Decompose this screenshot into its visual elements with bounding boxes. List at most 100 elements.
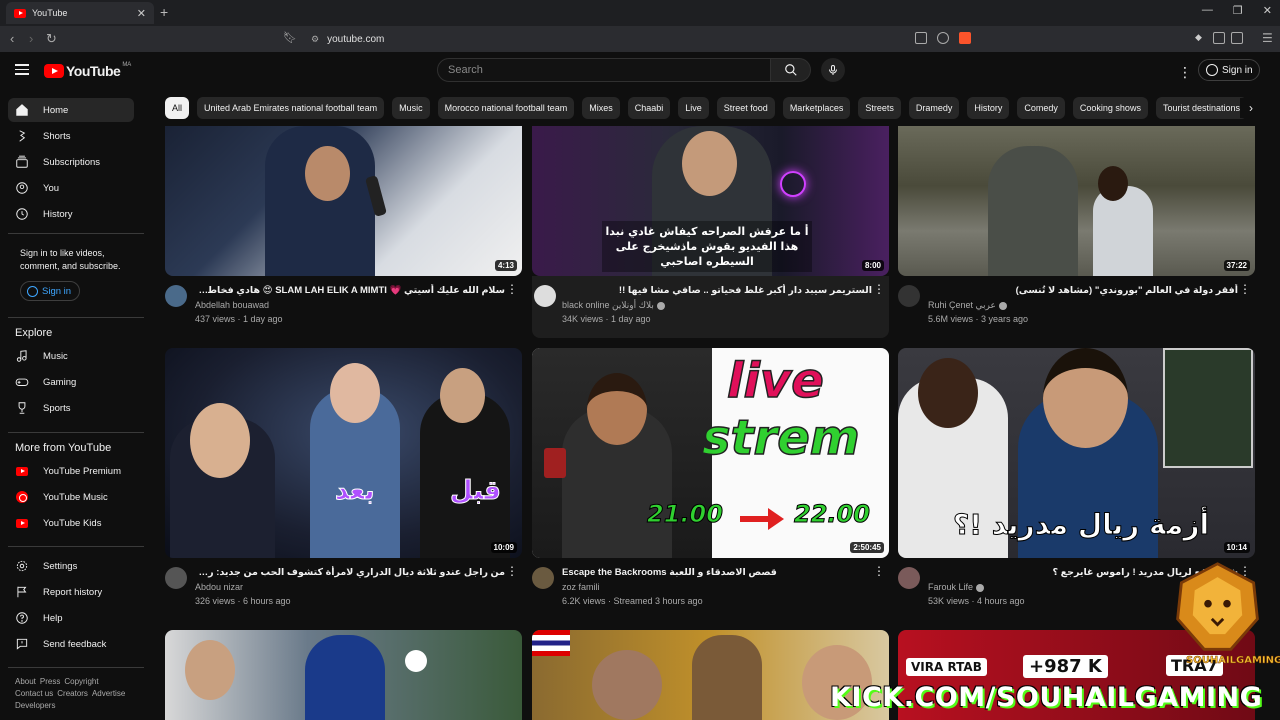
sidebar-item-subscriptions[interactable]: Subscriptions bbox=[8, 150, 134, 174]
more-actions-icon[interactable]: ⋮ bbox=[506, 564, 518, 578]
channel-avatar[interactable] bbox=[898, 567, 920, 589]
chip[interactable]: Morocco national football team bbox=[437, 97, 575, 119]
back-icon[interactable]: ‹ bbox=[10, 31, 14, 46]
video-card[interactable]: بعد قبل 10:09 من راجل عندو ثلاثة ديال ال… bbox=[165, 348, 522, 618]
chip[interactable]: Cooking shows bbox=[1072, 97, 1148, 119]
browser-menu-icon[interactable]: ☰ bbox=[1262, 31, 1273, 45]
footer-link[interactable]: Press bbox=[40, 677, 60, 686]
channel-name[interactable]: Ruhi Çenet عربي bbox=[928, 300, 1007, 311]
chip[interactable]: Tourist destinations bbox=[1155, 97, 1247, 119]
sidebar-item-gaming[interactable]: Gaming bbox=[8, 370, 134, 394]
sidebar-item-settings[interactable]: Settings bbox=[8, 554, 134, 578]
sidebar-item-history[interactable]: History bbox=[8, 202, 134, 226]
video-thumbnail[interactable]: أ ما عرفش الصراحه كيفاش غادي نبدا هذا ال… bbox=[532, 126, 889, 276]
extensions-icon[interactable] bbox=[1213, 32, 1225, 44]
sidebar-item-report-history[interactable]: Report history bbox=[8, 580, 134, 604]
footer-link[interactable]: Advertise bbox=[92, 689, 125, 698]
chip[interactable]: All bbox=[165, 97, 190, 119]
chip[interactable]: United Arab Emirates national football t… bbox=[197, 97, 385, 119]
sidebar-item-shorts[interactable]: Shorts bbox=[8, 124, 134, 148]
video-thumbnail[interactable]: بعد قبل 10:09 bbox=[165, 348, 522, 558]
sign-in-button[interactable]: Sign in bbox=[1198, 59, 1260, 81]
screen-cast-icon[interactable] bbox=[915, 32, 927, 44]
video-title[interactable]: Escape the Backrooms قصص الاصدقاء و اللع… bbox=[562, 566, 872, 579]
footer-link[interactable]: Copyright bbox=[64, 677, 98, 686]
channel-avatar[interactable] bbox=[532, 567, 554, 589]
chip[interactable]: Comedy bbox=[1017, 97, 1065, 119]
browser-tab[interactable]: YouTube ✕ bbox=[6, 2, 154, 24]
chip[interactable]: Streets bbox=[858, 97, 901, 119]
video-title[interactable]: الستريمر سيبد دار أكبر غلط فحياتو .. صاف… bbox=[562, 284, 872, 297]
sidebar-item-youtube-music[interactable]: YouTube Music bbox=[8, 485, 134, 509]
new-tab-icon[interactable]: + bbox=[160, 4, 168, 20]
video-title[interactable]: من راجل عندو ثلاثة ديال الدراري لامرأة ك… bbox=[195, 566, 505, 579]
channel-avatar[interactable] bbox=[165, 567, 187, 589]
channel-name[interactable]: Abdellah bouawad bbox=[195, 300, 269, 310]
reload-icon[interactable]: ↻ bbox=[46, 31, 57, 47]
menu-icon[interactable] bbox=[15, 64, 29, 75]
video-card[interactable]: live strem 21.00 22.00 2:50:45 Escape th… bbox=[532, 348, 889, 618]
video-title[interactable]: سلام الله عليك أسيتي 💗 SLAM LAH ELIK A M… bbox=[195, 284, 505, 297]
close-window-icon[interactable]: ✕ bbox=[1263, 4, 1272, 17]
channel-name[interactable]: Farouk Life bbox=[928, 582, 985, 592]
channel-name[interactable]: zoz famili bbox=[562, 582, 600, 592]
ai-icon[interactable]: ◆ bbox=[1195, 32, 1207, 44]
sidebar-panel-icon[interactable] bbox=[1231, 32, 1243, 44]
maximize-icon[interactable]: ❐ bbox=[1233, 4, 1243, 17]
chip[interactable]: Live bbox=[678, 97, 709, 119]
footer-link[interactable]: Creators bbox=[57, 689, 88, 698]
sidebar-item-home[interactable]: Home bbox=[8, 98, 134, 122]
brave-shield-icon[interactable] bbox=[959, 32, 971, 44]
chip[interactable]: Chaabi bbox=[627, 97, 671, 119]
site-info-icon[interactable]: ⚙ bbox=[311, 34, 319, 45]
more-actions-icon[interactable]: ⋮ bbox=[506, 282, 518, 296]
video-title[interactable]: أفقر دولة في العالم "بوروندي" (مشاهد لا … bbox=[928, 284, 1238, 297]
chip[interactable]: History bbox=[967, 97, 1010, 119]
video-thumbnail[interactable]: أزمة ريال مدريد !؟ 10:14 bbox=[898, 348, 1255, 558]
minimize-icon[interactable]: — bbox=[1202, 4, 1213, 17]
chip[interactable]: Music bbox=[392, 97, 430, 119]
search-button[interactable] bbox=[771, 58, 811, 82]
forward-icon[interactable]: › bbox=[29, 31, 33, 46]
url-field[interactable]: ⚙ youtube.com bbox=[305, 29, 1005, 49]
sidebar-sign-in-button[interactable]: Sign in bbox=[20, 281, 80, 301]
video-card[interactable]: 4:13 سلام الله عليك أسيتي 💗 SLAM LAH ELI… bbox=[165, 126, 522, 336]
settings-more-icon[interactable]: ⋮ bbox=[1178, 64, 1192, 81]
video-thumbnail[interactable]: live strem 21.00 22.00 2:50:45 bbox=[532, 348, 889, 558]
channel-name[interactable]: Abdou nizar bbox=[195, 582, 243, 592]
channel-avatar[interactable] bbox=[898, 285, 920, 307]
chip[interactable]: Dramedy bbox=[908, 97, 960, 119]
more-actions-icon[interactable]: ⋮ bbox=[1239, 282, 1251, 296]
sidebar-item-send-feedback[interactable]: Send feedback bbox=[8, 632, 134, 656]
video-thumbnail[interactable]: 37:22 bbox=[898, 126, 1255, 276]
sidebar-item-youtube-kids[interactable]: YouTube Kids bbox=[8, 511, 134, 535]
channel-avatar[interactable] bbox=[534, 285, 556, 307]
chips-next-icon[interactable]: › bbox=[1240, 98, 1262, 118]
footer-link[interactable]: About bbox=[15, 677, 36, 686]
video-card[interactable]: 37:22 أفقر دولة في العالم "بوروندي" (مشا… bbox=[898, 126, 1255, 336]
bookmark-icon[interactable]: 🔖︎ bbox=[283, 31, 297, 44]
chip[interactable]: Marketplaces bbox=[782, 97, 851, 119]
more-actions-icon[interactable]: ⋮ bbox=[873, 564, 885, 578]
youtube-logo[interactable]: YouTube MA bbox=[44, 62, 131, 79]
share-icon[interactable] bbox=[937, 32, 949, 44]
video-card[interactable]: أ ما عرفش الصراحه كيفاش غادي نبدا هذا ال… bbox=[532, 126, 889, 338]
video-thumbnail[interactable]: 4:13 bbox=[165, 126, 522, 276]
more-actions-icon[interactable]: ⋮ bbox=[873, 282, 885, 296]
sidebar-item-youtube-premium[interactable]: YouTube Premium bbox=[8, 459, 134, 483]
close-tab-icon[interactable]: ✕ bbox=[137, 7, 146, 20]
chip[interactable]: Mixes bbox=[582, 97, 620, 119]
voice-search-button[interactable] bbox=[821, 58, 845, 82]
video-thumbnail[interactable] bbox=[165, 630, 522, 720]
footer-link[interactable]: Contact us bbox=[15, 689, 53, 698]
chip[interactable]: Street food bbox=[716, 97, 775, 119]
sidebar-item-help[interactable]: Help bbox=[8, 606, 134, 630]
sidebar-item-sports[interactable]: Sports bbox=[8, 396, 134, 420]
sidebar-item-music[interactable]: Music bbox=[8, 344, 134, 368]
channel-name[interactable]: black online بلاك أونلاين bbox=[562, 300, 665, 311]
sidebar-item-label: YouTube Premium bbox=[43, 465, 121, 477]
sidebar-item-you[interactable]: You bbox=[8, 176, 134, 200]
search-input[interactable] bbox=[448, 64, 770, 76]
channel-avatar[interactable] bbox=[165, 285, 187, 307]
footer-link[interactable]: Developers bbox=[15, 701, 55, 710]
